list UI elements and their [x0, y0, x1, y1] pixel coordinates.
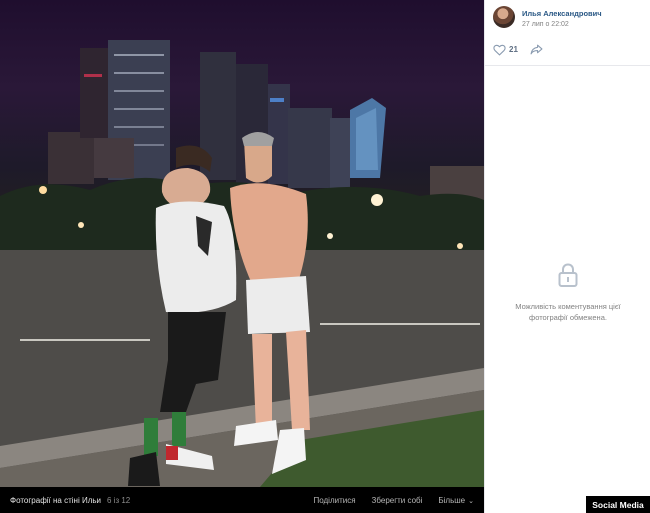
photo-image — [0, 40, 484, 487]
save-photo-button[interactable]: Зберегти собі — [372, 496, 423, 505]
comments-locked-text: Можливість коментування цієї фотографії … — [515, 302, 621, 322]
author-block: Илья Александрович 27 лип о 22:02 — [485, 0, 650, 34]
like-count: 21 — [509, 45, 518, 54]
photo-counter: 6 із 12 — [107, 495, 131, 505]
chevron-down-icon: ⌄ — [468, 497, 474, 505]
photo-sidebar: Илья Александрович 27 лип о 22:02 21 Мож… — [484, 0, 650, 513]
share-button[interactable] — [530, 44, 543, 55]
photo-viewer[interactable] — [0, 0, 484, 487]
avatar[interactable] — [493, 6, 515, 28]
more-button[interactable]: Більше ⌄ — [438, 496, 474, 505]
photo-footer-bar: Фотографії на стіні Ильи 6 із 12 Поділит… — [0, 487, 484, 513]
share-photo-button[interactable]: Поділитися — [313, 496, 355, 505]
lock-icon — [558, 263, 578, 287]
watermark-logo: Social Media — [586, 496, 650, 513]
reactions-bar: 21 — [485, 34, 650, 66]
more-label: Більше — [438, 495, 466, 505]
share-arrow-icon — [530, 44, 543, 55]
like-button[interactable]: 21 — [493, 44, 518, 56]
album-title-link[interactable]: Фотографії на стіні Ильи — [10, 496, 101, 505]
post-date[interactable]: 27 лип о 22:02 — [522, 21, 602, 28]
comments-locked-notice: Можливість коментування цієї фотографії … — [485, 262, 650, 323]
heart-icon — [493, 44, 506, 56]
author-name-link[interactable]: Илья Александрович — [522, 9, 602, 18]
